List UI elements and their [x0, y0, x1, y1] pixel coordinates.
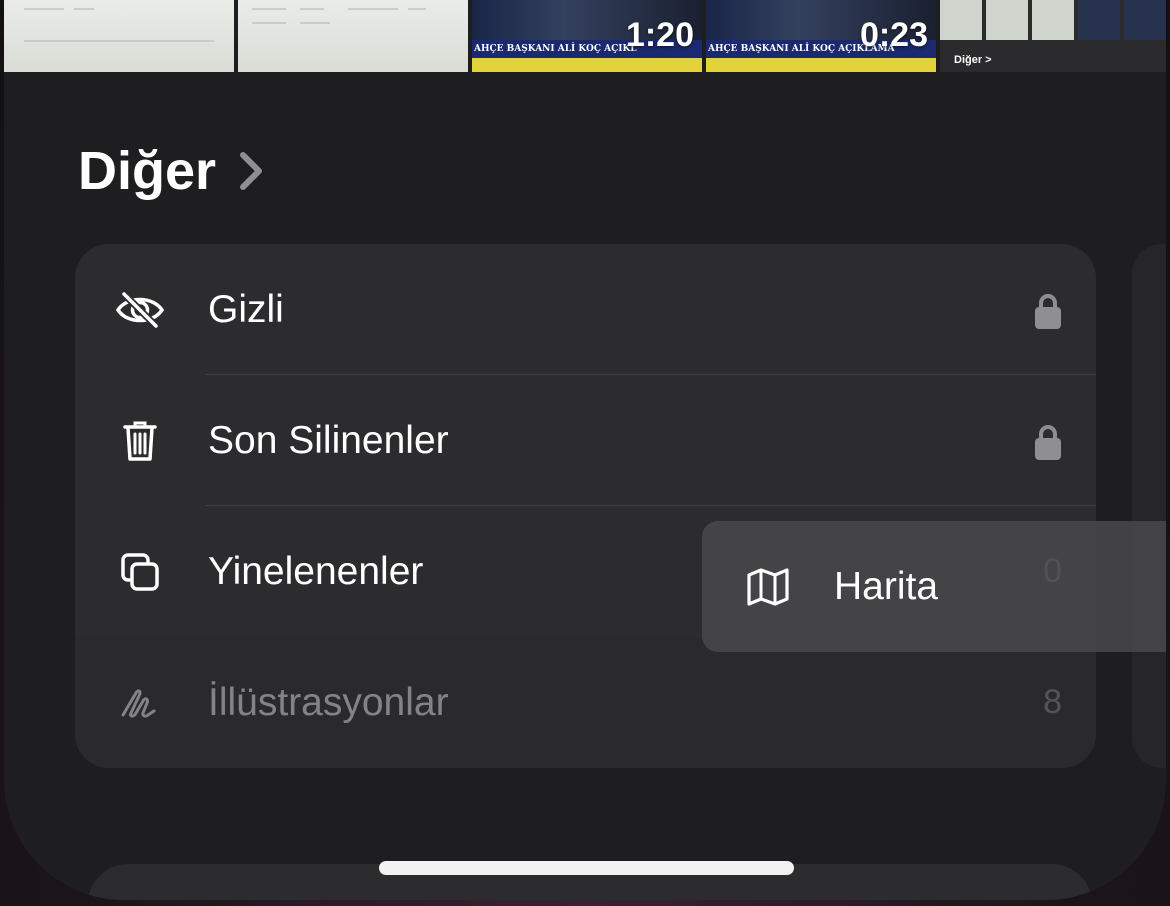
list-row-recently-deleted[interactable]: Son Silinenler	[75, 375, 1096, 506]
doc-line	[252, 22, 286, 24]
duplicate-icon	[115, 550, 165, 594]
utilities-list-card: Gizli Son Silinenler Yinelenenler İllüst…	[75, 244, 1096, 768]
thumbnail-mini-preview[interactable]: Diğer >	[940, 0, 1166, 72]
list-row-label: Gizli	[208, 288, 284, 331]
lock-icon	[1034, 244, 1062, 375]
list-row-illustrations[interactable]: İllüstrasyonlar 8	[75, 637, 1096, 768]
section-title: Diğer	[78, 141, 217, 201]
section-header[interactable]: Diğer	[78, 140, 264, 202]
doc-line	[252, 8, 286, 10]
mini-tile	[986, 0, 1028, 40]
list-row-hidden[interactable]: Gizli	[75, 244, 1096, 375]
thumbnail-document-2[interactable]	[238, 0, 468, 72]
dragged-item-map[interactable]: Harita	[702, 521, 1166, 652]
list-row-count: 8	[1043, 683, 1062, 721]
video-duration: 0:23	[859, 16, 928, 54]
video-ticker	[472, 58, 702, 72]
doc-line	[24, 40, 214, 42]
chevron-right-icon	[240, 152, 263, 190]
pen-squiggle-icon	[115, 681, 165, 725]
map-icon	[747, 568, 789, 606]
doc-line	[408, 8, 426, 10]
albums-sheet: AHÇE BAŞKANI ALİ KOÇ AÇIKL 1:20 AHÇE BAŞ…	[4, 0, 1166, 900]
mini-tile	[1124, 0, 1166, 40]
thumbnail-strip: AHÇE BAŞKANI ALİ KOÇ AÇIKL 1:20 AHÇE BAŞ…	[4, 0, 1166, 72]
list-row-label: Yinelenenler	[208, 550, 424, 593]
doc-line	[300, 8, 324, 10]
list-row-label: Son Silinenler	[208, 419, 449, 462]
mini-tile	[1032, 0, 1074, 40]
eye-slash-icon	[115, 288, 165, 332]
video-duration: 1:20	[625, 16, 694, 54]
thumbnail-document-1[interactable]	[4, 0, 234, 72]
doc-line	[348, 8, 398, 10]
thumbnail-video-2[interactable]: AHÇE BAŞKANI ALİ KOÇ AÇIKLAMA 0:23	[706, 0, 936, 72]
lock-icon	[1034, 375, 1062, 506]
mini-preview-label: Diğer >	[954, 54, 992, 66]
thumbnail-video-1[interactable]: AHÇE BAŞKANI ALİ KOÇ AÇIKL 1:20	[472, 0, 702, 72]
home-indicator[interactable]	[379, 861, 794, 875]
dragged-item-label: Harita	[834, 565, 939, 608]
list-row-label: İllüstrasyonlar	[208, 681, 449, 724]
trash-icon	[115, 419, 165, 463]
doc-line	[300, 22, 330, 24]
mini-tile	[1078, 0, 1120, 40]
doc-line	[74, 8, 94, 10]
mini-tile	[940, 0, 982, 40]
doc-line	[24, 8, 64, 10]
video-ticker	[706, 58, 936, 72]
adjacent-card	[1132, 244, 1166, 768]
screen: AHÇE BAŞKANI ALİ KOÇ AÇIKL 1:20 AHÇE BAŞ…	[0, 0, 1170, 906]
